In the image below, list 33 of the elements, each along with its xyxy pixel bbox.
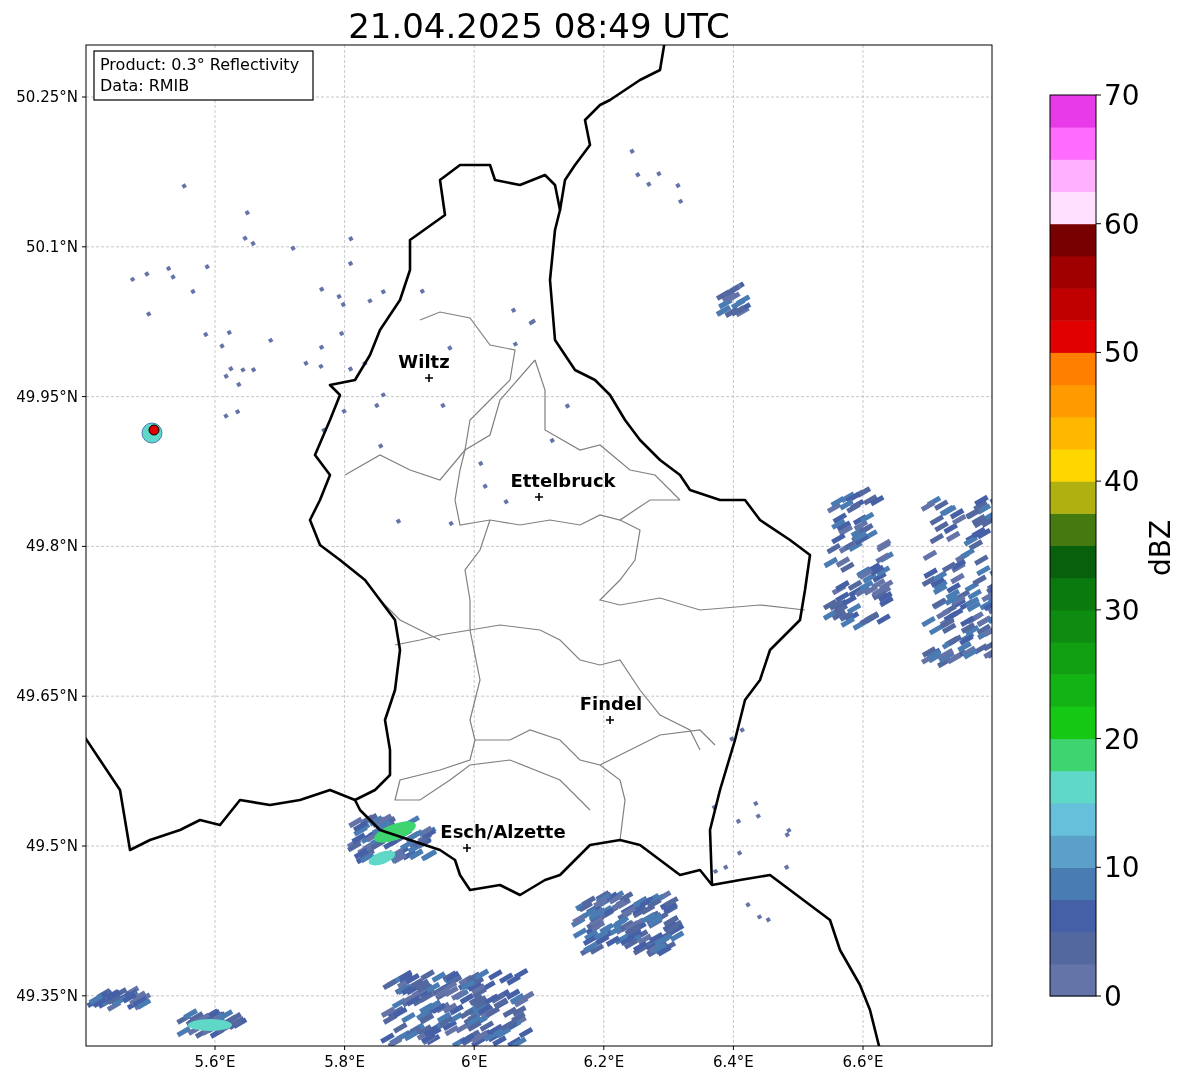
axis-tick-label: 49.5°N <box>25 837 78 855</box>
axis-tick-label: 5.8°E <box>324 1053 365 1071</box>
city-label: Wiltz <box>398 351 450 372</box>
city-marker-icon <box>605 715 615 725</box>
colorbar-tick-label: 30 <box>1104 593 1140 627</box>
colorbar-tick-label: 20 <box>1104 722 1140 756</box>
axis-tick-label: 49.95°N <box>16 387 78 406</box>
colorbar-tick-label: 50 <box>1104 336 1140 370</box>
axis-tick-label: 50.1°N <box>25 237 78 256</box>
axis-tick-label: 49.8°N <box>25 537 78 556</box>
chart-title: 21.04.2025 08:49 UTC <box>348 6 730 46</box>
colorbar-label: dBZ <box>1144 519 1177 577</box>
colorbar-tick-label: 60 <box>1104 207 1140 241</box>
city-label: Esch/Alzette <box>440 821 566 842</box>
city-marker-icon <box>424 373 434 383</box>
axis-tick-label: 6.4°E <box>713 1053 754 1071</box>
axis-tick-label: 49.65°N <box>16 687 78 706</box>
city-marker-icon <box>534 492 544 502</box>
axis-tick-label: 50.25°N <box>16 88 78 106</box>
info-text: Data: RMIB <box>100 76 190 95</box>
colorbar-tick-label: 40 <box>1104 465 1140 499</box>
axis-tick-label: 49.35°N <box>16 986 78 1005</box>
colorbar-tick-label: 0 <box>1104 980 1122 1013</box>
info-text: Product: 0.3° Reflectivity <box>100 55 300 74</box>
axis-tick-label: 6°E <box>460 1053 488 1071</box>
axis-tick-label: 6.2°E <box>583 1053 625 1071</box>
axis-tick-label: 6.6°E <box>842 1053 884 1071</box>
colorbar-tick-label: 10 <box>1104 851 1140 885</box>
axis-tick-label: 5.6°E <box>194 1053 236 1071</box>
colorbar-tick-label: 70 <box>1104 79 1140 112</box>
city-label: Ettelbruck <box>510 470 616 491</box>
city-label: Findel <box>579 693 643 714</box>
city-marker-icon <box>462 843 472 853</box>
